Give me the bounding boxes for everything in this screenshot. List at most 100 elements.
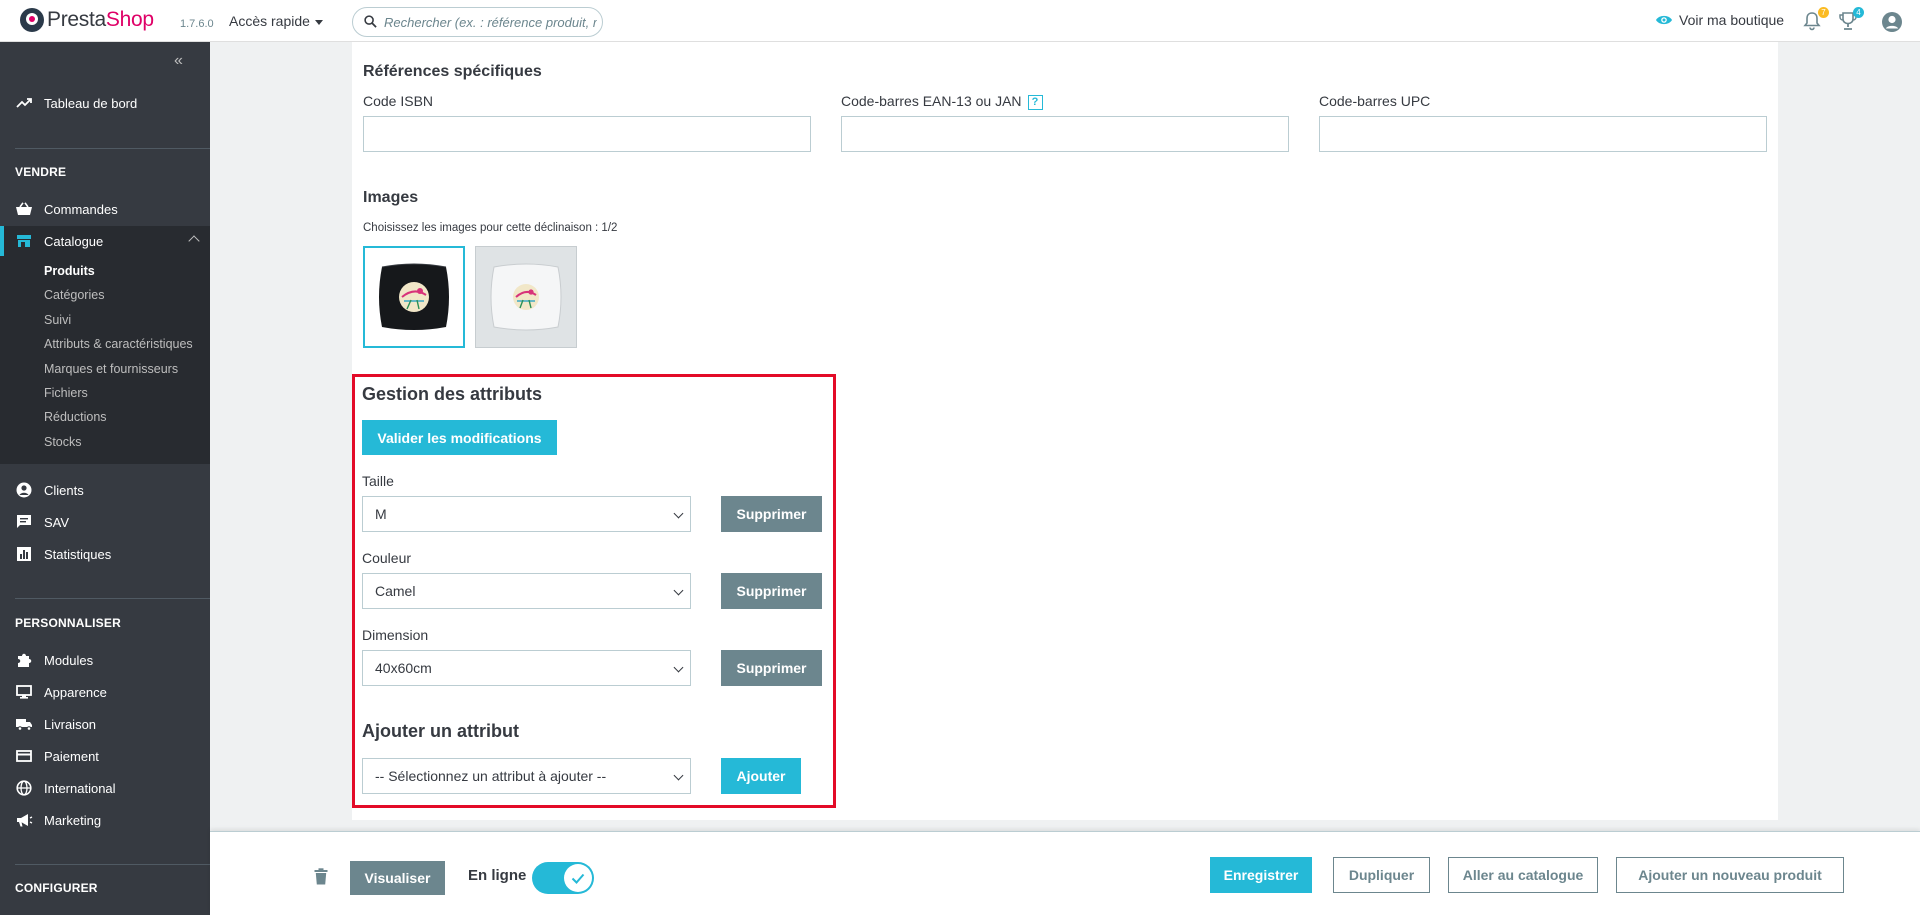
save-button[interactable]: Enregistrer xyxy=(1210,857,1312,893)
color-select-value: Camel xyxy=(375,583,416,599)
chevron-down-icon xyxy=(673,508,684,519)
upc-field[interactable] xyxy=(1319,116,1767,152)
divider xyxy=(15,598,210,599)
add-new-product-button[interactable]: Ajouter un nouveau produit xyxy=(1616,857,1844,893)
sidebar-item-marketing[interactable]: Marketing xyxy=(0,805,210,835)
sidebar-item-label: Paiement xyxy=(44,748,99,764)
dimension-select[interactable]: 40x60cm xyxy=(362,650,691,686)
account-button[interactable] xyxy=(1881,11,1902,32)
notifications-button[interactable]: 7 xyxy=(1803,7,1829,31)
submenu-item-monitoring[interactable]: Suivi xyxy=(44,313,71,327)
sidebar-item-catalog[interactable]: Catalogue xyxy=(0,226,210,256)
color-select[interactable]: Camel xyxy=(362,573,691,609)
notifications-count-badge: 7 xyxy=(1818,7,1829,18)
sidebar-item-sav[interactable]: SAV xyxy=(0,507,210,537)
chat-icon xyxy=(15,513,33,531)
monitor-icon xyxy=(15,683,33,701)
divider xyxy=(15,864,210,865)
view-shop-link[interactable]: Voir ma boutique xyxy=(1655,12,1784,28)
attribute-label-dimension: Dimension xyxy=(362,627,429,643)
isbn-field[interactable] xyxy=(363,116,811,152)
sidebar-item-label: Apparence xyxy=(44,684,107,700)
quick-access-label: Accès rapide xyxy=(229,13,310,29)
section-sell: VENDRE xyxy=(15,165,67,179)
submenu-item-files[interactable]: Fichiers xyxy=(44,386,88,400)
add-attribute-title: Ajouter un attribut xyxy=(362,721,519,741)
chevron-down-icon xyxy=(673,662,684,673)
divider xyxy=(15,148,210,149)
sidebar-item-label: Modules xyxy=(44,652,94,668)
version-label: 1.7.6.0 xyxy=(180,18,214,30)
go-to-catalog-button[interactable]: Aller au catalogue xyxy=(1448,857,1598,893)
eye-icon xyxy=(1656,15,1672,25)
images-hint: Choisissez les images pour cette déclina… xyxy=(363,222,618,234)
trending-up-icon xyxy=(15,94,33,112)
chevron-down-icon xyxy=(673,585,684,596)
store-icon xyxy=(15,232,33,250)
image-thumbnail-white-pillow[interactable] xyxy=(475,246,577,348)
submenu-item-stocks[interactable]: Stocks xyxy=(44,435,82,449)
online-toggle[interactable] xyxy=(532,862,594,894)
sidebar-item-appearance[interactable]: Apparence xyxy=(0,677,210,707)
sidebar-item-modules[interactable]: Modules xyxy=(0,645,210,675)
trophy-button[interactable]: 4 xyxy=(1838,7,1864,31)
double-chevron-left-icon: « xyxy=(174,52,183,69)
delete-dimension-button[interactable]: Supprimer xyxy=(721,650,822,686)
sidebar-item-shipping[interactable]: Livraison xyxy=(0,709,210,739)
size-select-value: M xyxy=(375,506,387,522)
collapse-sidebar-button[interactable]: « xyxy=(174,52,183,70)
check-icon xyxy=(571,873,585,884)
sidebar-item-clients[interactable]: Clients xyxy=(0,475,210,505)
validate-changes-button[interactable]: Valider les modifications xyxy=(362,420,557,455)
section-configure: CONFIGURER xyxy=(15,881,98,895)
submenu-item-discounts[interactable]: Réductions xyxy=(44,410,107,424)
search-icon xyxy=(364,15,377,28)
duplicate-button[interactable]: Dupliquer xyxy=(1333,857,1430,893)
ean-field[interactable] xyxy=(841,116,1289,152)
caret-down-icon xyxy=(314,19,323,25)
sidebar-item-label: Tableau de bord xyxy=(44,95,138,111)
sidebar: « Tableau de bord VENDRE Commandes Catal… xyxy=(0,42,210,915)
logo-text-presta: Presta xyxy=(47,8,106,31)
add-attribute-button[interactable]: Ajouter xyxy=(721,758,801,794)
specific-references-title: Références spécifiques xyxy=(363,63,542,80)
delete-product-button[interactable] xyxy=(314,868,328,889)
isbn-label: Code ISBN xyxy=(363,93,434,109)
basket-icon xyxy=(15,200,33,218)
sidebar-item-payment[interactable]: Paiement xyxy=(0,741,210,771)
prestashop-logo[interactable]: PrestaShop xyxy=(20,8,154,32)
catalog-submenu: Catalogue Produits Catégories Suivi Attr… xyxy=(0,226,210,464)
upc-label: Code-barres UPC xyxy=(1319,93,1431,109)
trophy-count-badge: 4 xyxy=(1853,7,1864,18)
sidebar-item-orders[interactable]: Commandes xyxy=(0,194,210,224)
sidebar-item-label: Catalogue xyxy=(44,233,104,249)
preview-button[interactable]: Visualiser xyxy=(350,861,445,895)
sidebar-item-dashboard[interactable]: Tableau de bord xyxy=(0,88,210,118)
sidebar-item-international[interactable]: International xyxy=(0,773,210,803)
attribute-label-color: Couleur xyxy=(362,550,412,566)
search-input[interactable] xyxy=(384,13,597,31)
image-thumbnail-black-pillow[interactable] xyxy=(363,246,465,348)
ean-label: Code-barres EAN-13 ou JAN xyxy=(841,93,1022,109)
delete-size-button[interactable]: Supprimer xyxy=(721,496,822,532)
puffin-logo-icon xyxy=(20,8,44,32)
delete-color-button[interactable]: Supprimer xyxy=(721,573,822,609)
submenu-item-brands[interactable]: Marques et fournisseurs xyxy=(44,362,178,376)
attributes-title: Gestion des attributs xyxy=(362,384,543,404)
product-footer-bar: Visualiser En ligne Enregistrer Duplique… xyxy=(210,831,1920,915)
quick-access-dropdown[interactable]: Accès rapide xyxy=(229,13,323,29)
search-box[interactable] xyxy=(352,7,603,37)
white-pillow-image xyxy=(490,263,562,331)
submenu-item-products[interactable]: Produits xyxy=(44,264,95,278)
submenu-item-attributes[interactable]: Attributs & caractéristiques xyxy=(44,337,193,351)
submenu-item-categories[interactable]: Catégories xyxy=(44,288,104,302)
size-select[interactable]: M xyxy=(362,496,691,532)
trash-icon xyxy=(314,868,328,885)
sidebar-item-stats[interactable]: Statistiques xyxy=(0,539,210,569)
help-icon[interactable]: ? xyxy=(1027,94,1043,110)
logo-text-shop: Shop xyxy=(105,8,154,31)
top-header: PrestaShop 1.7.6.0 Accès rapide Voir ma … xyxy=(0,0,1920,42)
add-attribute-select[interactable]: -- Sélectionnez un attribut à ajouter -- xyxy=(362,758,691,794)
attribute-label-size: Taille xyxy=(362,473,394,489)
dimension-select-value: 40x60cm xyxy=(375,660,432,676)
